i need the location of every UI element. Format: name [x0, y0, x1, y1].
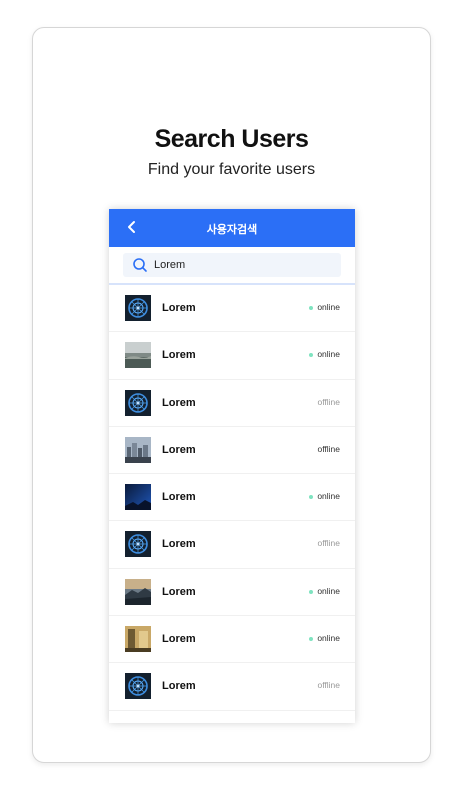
page-subtitle: Find your favorite users [147, 161, 316, 178]
online-indicator-dot [309, 306, 313, 310]
user-list-item[interactable]: Lorem online [109, 474, 355, 522]
user-name: Lorem [162, 491, 196, 504]
user-name: Lorem [162, 443, 196, 456]
online-indicator-dot [309, 637, 313, 642]
user-list-item[interactable]: Lorem online [109, 569, 355, 617]
screen-title: 사용자검색 [206, 224, 258, 236]
user-list-item[interactable]: Lorem online [109, 616, 355, 664]
avatar [125, 673, 151, 700]
status-label: offline [317, 538, 340, 549]
status-label: online [317, 585, 340, 596]
user-list-item[interactable]: Lorem offline [109, 427, 355, 475]
chevron-left-icon [128, 221, 135, 233]
search-icon [132, 257, 148, 273]
status-label: offline [317, 680, 340, 691]
avatar [125, 436, 151, 463]
avatar [125, 531, 151, 558]
avatar [125, 578, 151, 605]
user-name: Lorem [162, 302, 196, 314]
user-list-item[interactable]: Lorem offline [109, 663, 355, 711]
user-name: Lorem [162, 633, 196, 646]
status-label: online [317, 491, 340, 502]
search-box[interactable] [123, 253, 341, 277]
user-name: Lorem [162, 585, 196, 598]
page-title: Search Users [154, 125, 309, 153]
avatar [125, 484, 151, 511]
user-list-item[interactable]: Lorem online [109, 332, 355, 380]
showcase-card: Search Users Find your favorite users 사용… [32, 27, 431, 763]
user-list-item[interactable]: Lorem offline [109, 380, 355, 427]
user-list-item[interactable]: Lorem offline [109, 521, 355, 569]
user-name: Lorem [162, 349, 196, 362]
status-label: online [317, 302, 340, 312]
online-indicator-dot [309, 589, 313, 594]
status-label: online [317, 633, 340, 644]
status-label: offline [317, 443, 340, 454]
search-input[interactable] [154, 255, 304, 275]
status-label: offline [317, 396, 340, 407]
back-button[interactable] [122, 217, 142, 237]
user-list-item[interactable]: Lorem online [109, 285, 355, 333]
user-list: Lorem online Lorem online Lorem offline Lorem o… [109, 285, 355, 711]
online-indicator-dot [309, 495, 313, 500]
top-app-bar: 사용자검색 [109, 209, 355, 247]
avatar [125, 626, 151, 653]
phone-screen: 사용자검색 Lorem online Lorem online Lorem offline… [109, 209, 355, 723]
status-label: online [317, 349, 340, 360]
online-indicator-dot [309, 353, 313, 358]
user-name: Lorem [162, 396, 196, 409]
user-name: Lorem [162, 538, 196, 551]
avatar [125, 342, 151, 369]
search-bar [109, 247, 355, 285]
user-name: Lorem [162, 680, 196, 693]
avatar [125, 295, 151, 321]
avatar [125, 389, 151, 416]
